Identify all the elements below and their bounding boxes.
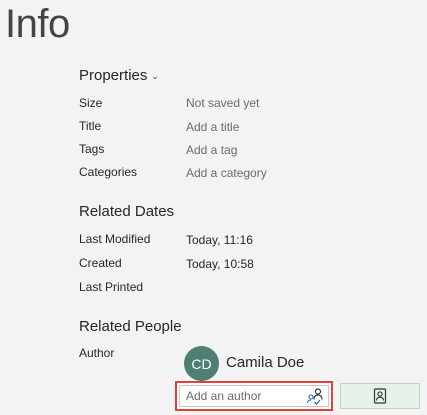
size-label: Size: [79, 96, 103, 110]
last-printed-label: Last Printed: [79, 280, 144, 294]
last-modified-label: Last Modified: [79, 232, 151, 246]
tags-label: Tags: [79, 142, 105, 156]
last-modified-value: Today, 11:16: [186, 233, 253, 247]
created-value: Today, 10:58: [186, 257, 254, 271]
address-book-icon: [373, 388, 387, 404]
size-value: Not saved yet: [186, 96, 260, 110]
related-dates-header: Related Dates: [79, 203, 175, 220]
related-people-header: Related People: [79, 318, 182, 335]
title-label: Title: [79, 119, 102, 133]
add-author-highlight: [175, 381, 333, 411]
author-initials: CD: [191, 355, 212, 372]
categories-label: Categories: [79, 165, 138, 179]
check-names-icon[interactable]: [306, 387, 324, 405]
title-field[interactable]: Add a title: [186, 120, 239, 134]
tags-field[interactable]: Add a tag: [186, 143, 237, 157]
address-book-button[interactable]: [340, 383, 420, 409]
properties-dropdown[interactable]: Properties ⌄: [79, 67, 159, 84]
author-label: Author: [79, 346, 115, 360]
author-avatar[interactable]: CD: [184, 346, 219, 381]
author-name[interactable]: Camila Doe: [226, 354, 304, 371]
page-title: Info: [5, 2, 70, 46]
chevron-down-icon: ⌄: [151, 71, 159, 81]
created-label: Created: [79, 256, 122, 270]
add-author-input[interactable]: [186, 389, 306, 403]
categories-field[interactable]: Add a category: [186, 166, 267, 180]
add-author-box: [179, 385, 329, 407]
properties-header: Properties: [79, 67, 148, 84]
